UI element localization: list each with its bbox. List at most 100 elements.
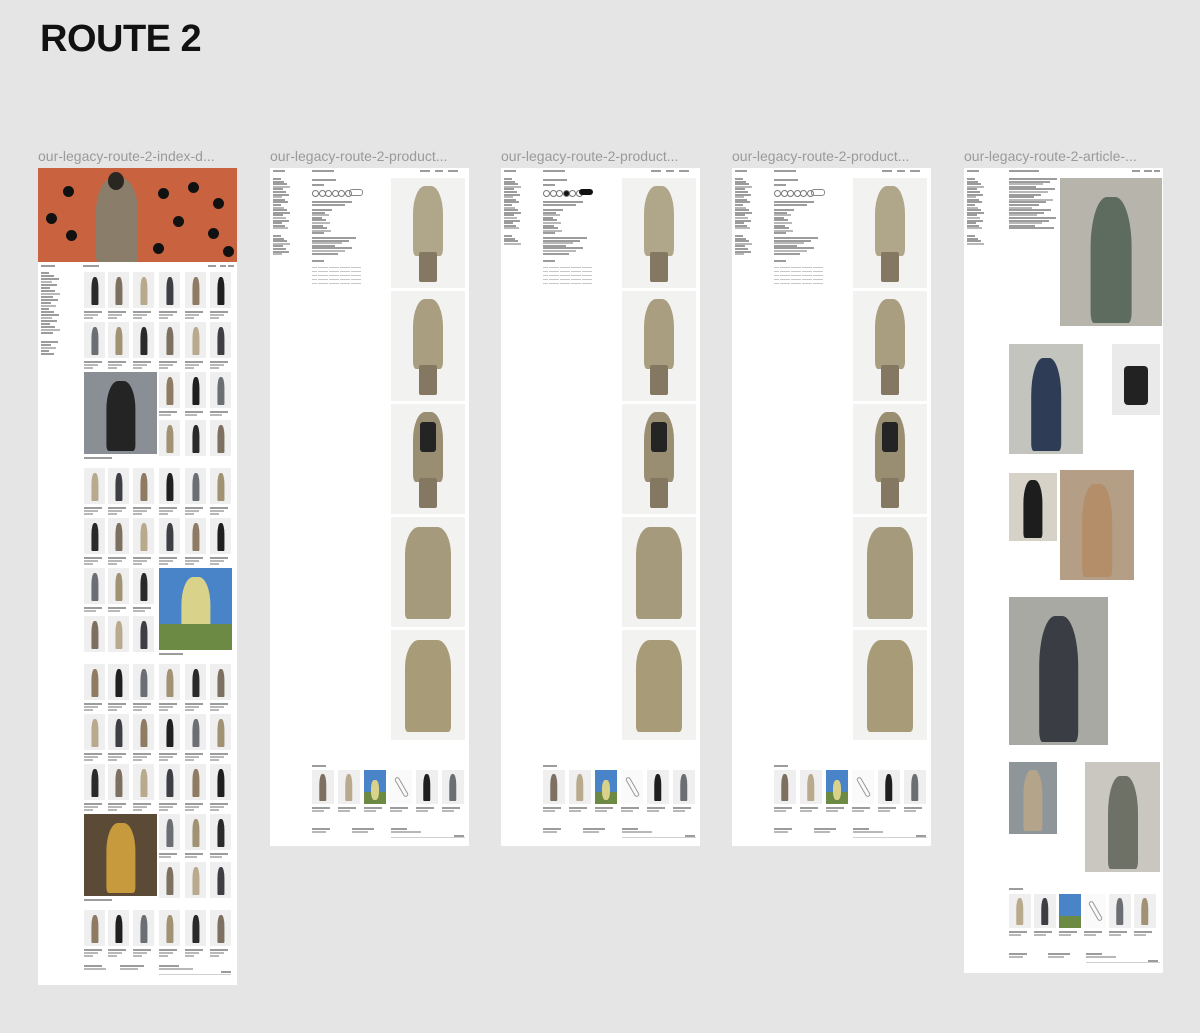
product-image[interactable] bbox=[853, 630, 927, 740]
size-option[interactable] bbox=[325, 190, 332, 197]
product-thumbnail[interactable] bbox=[84, 468, 105, 504]
add-to-bag-button[interactable] bbox=[579, 189, 593, 195]
article-frame[interactable] bbox=[964, 168, 1163, 973]
related-product-thumb[interactable] bbox=[416, 770, 438, 804]
related-product-thumb[interactable] bbox=[1109, 894, 1131, 928]
editorial-photo[interactable] bbox=[1060, 178, 1162, 326]
related-product-thumb[interactable] bbox=[595, 770, 617, 804]
related-product-thumb[interactable] bbox=[800, 770, 822, 804]
product-thumbnail[interactable] bbox=[185, 714, 206, 750]
product-thumbnail[interactable] bbox=[159, 468, 180, 504]
related-product-thumb[interactable] bbox=[852, 770, 874, 804]
product-image[interactable] bbox=[853, 291, 927, 401]
related-product-thumb[interactable] bbox=[338, 770, 360, 804]
product-image[interactable] bbox=[391, 630, 465, 740]
product-image[interactable] bbox=[622, 404, 696, 514]
product-thumbnail[interactable] bbox=[210, 420, 231, 456]
newsletter-input-underline[interactable] bbox=[159, 974, 231, 975]
product-thumbnail[interactable] bbox=[210, 664, 231, 700]
product-thumbnail[interactable] bbox=[210, 518, 231, 554]
product-thumbnail[interactable] bbox=[210, 322, 231, 358]
product-thumbnail[interactable] bbox=[159, 814, 180, 850]
editorial-photo[interactable] bbox=[84, 814, 157, 896]
size-option[interactable] bbox=[543, 190, 550, 197]
newsletter-input-underline[interactable] bbox=[853, 837, 927, 838]
frame-label-product-3[interactable]: our-legacy-route-2-product... bbox=[732, 148, 909, 164]
hero-image[interactable] bbox=[38, 168, 237, 262]
related-product-thumb[interactable] bbox=[1084, 894, 1106, 928]
product-thumbnail[interactable] bbox=[159, 862, 180, 898]
related-product-thumb[interactable] bbox=[442, 770, 464, 804]
related-product-thumb[interactable] bbox=[1134, 894, 1156, 928]
product-thumbnail[interactable] bbox=[133, 568, 154, 604]
editorial-photo[interactable] bbox=[1009, 344, 1083, 454]
product-thumbnail[interactable] bbox=[84, 764, 105, 800]
product-thumbnail[interactable] bbox=[108, 714, 129, 750]
product-thumbnail[interactable] bbox=[185, 764, 206, 800]
add-to-bag-button[interactable] bbox=[811, 189, 825, 196]
related-product-thumb[interactable] bbox=[312, 770, 334, 804]
product-thumbnail[interactable] bbox=[133, 616, 154, 652]
product-thumbnail[interactable] bbox=[133, 272, 154, 308]
product-image[interactable] bbox=[853, 404, 927, 514]
product-thumbnail[interactable] bbox=[185, 814, 206, 850]
size-option[interactable] bbox=[556, 190, 563, 197]
product-thumbnail[interactable] bbox=[185, 420, 206, 456]
product-image[interactable] bbox=[853, 517, 927, 627]
product-thumbnail[interactable] bbox=[84, 664, 105, 700]
product-thumbnail[interactable] bbox=[159, 518, 180, 554]
product-thumbnail[interactable] bbox=[133, 714, 154, 750]
product-thumbnail[interactable] bbox=[159, 272, 180, 308]
product-thumbnail[interactable] bbox=[185, 272, 206, 308]
add-to-bag-button[interactable] bbox=[349, 189, 363, 196]
product-image[interactable] bbox=[853, 178, 927, 288]
product-thumbnail[interactable] bbox=[185, 910, 206, 946]
index-frame[interactable] bbox=[38, 168, 237, 985]
size-option[interactable] bbox=[774, 190, 781, 197]
product-thumbnail[interactable] bbox=[159, 664, 180, 700]
product-thumbnail[interactable] bbox=[84, 714, 105, 750]
editorial-photo[interactable] bbox=[1085, 762, 1160, 872]
size-option[interactable] bbox=[338, 190, 345, 197]
product-thumbnail[interactable] bbox=[133, 518, 154, 554]
editorial-photo[interactable] bbox=[1009, 762, 1057, 834]
product-thumbnail[interactable] bbox=[159, 322, 180, 358]
product-thumbnail[interactable] bbox=[108, 322, 129, 358]
product-thumbnail[interactable] bbox=[108, 764, 129, 800]
product-thumbnail[interactable] bbox=[185, 322, 206, 358]
product-frame-1[interactable] bbox=[270, 168, 469, 846]
product-thumbnail[interactable] bbox=[185, 468, 206, 504]
editorial-photo[interactable] bbox=[1060, 470, 1134, 580]
size-option[interactable] bbox=[800, 190, 807, 197]
size-option[interactable] bbox=[569, 190, 576, 197]
editorial-photo[interactable] bbox=[159, 568, 232, 650]
product-frame-3[interactable] bbox=[732, 168, 931, 846]
related-product-thumb[interactable] bbox=[774, 770, 796, 804]
product-thumbnail[interactable] bbox=[133, 910, 154, 946]
frame-label-index[interactable]: our-legacy-route-2-index-d... bbox=[38, 148, 215, 164]
related-product-thumb[interactable] bbox=[1059, 894, 1081, 928]
product-thumbnail[interactable] bbox=[210, 764, 231, 800]
frame-label-product-1[interactable]: our-legacy-route-2-product... bbox=[270, 148, 447, 164]
newsletter-input-underline[interactable] bbox=[391, 837, 465, 838]
product-thumbnail[interactable] bbox=[84, 568, 105, 604]
product-thumbnail[interactable] bbox=[159, 372, 180, 408]
product-image[interactable] bbox=[391, 291, 465, 401]
product-thumbnail[interactable] bbox=[133, 322, 154, 358]
newsletter-input-underline[interactable] bbox=[1086, 962, 1160, 963]
product-thumbnail[interactable] bbox=[185, 372, 206, 408]
related-product-thumb[interactable] bbox=[904, 770, 926, 804]
product-frame-2[interactable] bbox=[501, 168, 700, 846]
related-product-thumb[interactable] bbox=[390, 770, 412, 804]
related-product-thumb[interactable] bbox=[826, 770, 848, 804]
product-thumbnail[interactable] bbox=[133, 664, 154, 700]
product-thumbnail[interactable] bbox=[108, 616, 129, 652]
product-thumbnail[interactable] bbox=[210, 372, 231, 408]
editorial-photo[interactable] bbox=[1112, 344, 1160, 415]
size-option[interactable] bbox=[312, 190, 319, 197]
related-product-thumb[interactable] bbox=[543, 770, 565, 804]
product-thumbnail[interactable] bbox=[108, 468, 129, 504]
editorial-photo[interactable] bbox=[1009, 597, 1108, 745]
related-product-thumb[interactable] bbox=[1009, 894, 1031, 928]
product-image[interactable] bbox=[622, 630, 696, 740]
